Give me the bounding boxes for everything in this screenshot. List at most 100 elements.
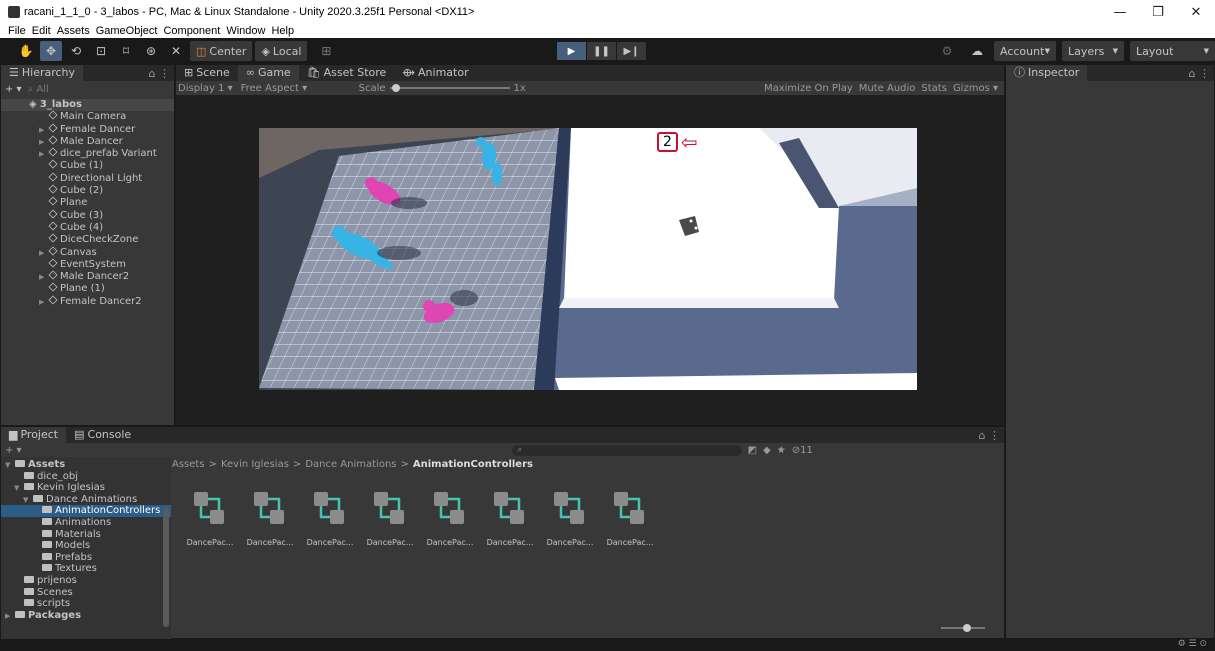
hierarchy-item[interactable]: ▶ Male Dancer2: [1, 270, 174, 283]
folder-item[interactable]: Textures: [1, 563, 171, 575]
breadcrumb-assets[interactable]: Assets: [172, 459, 205, 470]
gizmos-dropdown[interactable]: Gizmos ▾: [953, 83, 998, 94]
minimize-button[interactable]: —: [1101, 0, 1139, 24]
expand-arrow-icon[interactable]: ▶: [5, 611, 15, 623]
scale-tool-icon[interactable]: ⊡: [90, 41, 112, 61]
menu-window[interactable]: Window: [226, 24, 265, 38]
hierarchy-item[interactable]: Directional Light: [1, 172, 174, 185]
folder-item[interactable]: ▼ Dance Animations: [1, 494, 171, 506]
menu-edit[interactable]: Edit: [32, 24, 51, 38]
cloud-icon[interactable]: ☁: [966, 41, 988, 61]
aspect-dropdown[interactable]: Free Aspect ▾: [241, 83, 351, 94]
scene-row[interactable]: ◈ 3_labos: [1, 99, 174, 112]
hierarchy-item[interactable]: Main Camera: [1, 110, 174, 123]
asset-item[interactable]: DancePac...: [360, 477, 420, 547]
folder-item[interactable]: ▶ Packages: [1, 610, 171, 622]
pause-button[interactable]: ❚❚: [587, 42, 616, 60]
maximize-on-play-toggle[interactable]: Maximize On Play: [764, 83, 853, 94]
asset-item[interactable]: DancePac...: [240, 477, 300, 547]
hierarchy-item[interactable]: ▶ Male Dancer: [1, 135, 174, 148]
close-button[interactable]: ✕: [1177, 0, 1215, 24]
hierarchy-item[interactable]: Plane: [1, 196, 174, 209]
expand-arrow-icon[interactable]: ▶: [39, 148, 49, 160]
hierarchy-item[interactable]: ▶ Female Dancer: [1, 123, 174, 136]
tab-project[interactable]: ▆ Project: [1, 427, 67, 443]
lock-icon[interactable]: ⌂ ⋮: [1189, 67, 1214, 80]
hierarchy-item[interactable]: Cube (2): [1, 184, 174, 197]
hierarchy-item[interactable]: ▶ Canvas: [1, 246, 174, 259]
hierarchy-search-input[interactable]: ⌕ All: [28, 84, 49, 95]
account-dropdown[interactable]: Account ▼: [994, 41, 1056, 61]
breadcrumb-dance-animations[interactable]: Dance Animations: [305, 459, 396, 470]
hierarchy-item[interactable]: Cube (1): [1, 159, 174, 172]
space-toggle[interactable]: ◈ Local: [255, 41, 308, 61]
folder-item[interactable]: AnimationControllers: [1, 505, 171, 517]
icon-size-thumb[interactable]: [963, 624, 971, 632]
expand-arrow-icon[interactable]: ▶: [39, 247, 49, 259]
menu-gameobject[interactable]: GameObject: [96, 24, 158, 38]
mute-audio-toggle[interactable]: Mute Audio: [859, 83, 916, 94]
folder-item[interactable]: Materials: [1, 529, 171, 541]
hierarchy-item[interactable]: Cube (4): [1, 221, 174, 234]
scale-slider-thumb[interactable]: [391, 84, 400, 92]
lock-icon[interactable]: ⌂ ⋮: [149, 67, 174, 80]
stats-toggle[interactable]: Stats: [921, 83, 947, 94]
asset-item[interactable]: DancePac...: [420, 477, 480, 547]
folder-item[interactable]: Scenes: [1, 587, 171, 599]
hierarchy-item[interactable]: ▶ Female Dancer2: [1, 295, 174, 308]
folder-item[interactable]: ▼ Assets: [1, 459, 171, 471]
asset-item[interactable]: DancePac...: [180, 477, 240, 547]
folder-item[interactable]: dice_obj: [1, 471, 171, 483]
rotate-tool-icon[interactable]: ⟲: [65, 41, 87, 61]
rect-tool-icon[interactable]: ⌑: [115, 41, 137, 61]
create-asset-button[interactable]: + ▾: [5, 445, 22, 456]
asset-item[interactable]: DancePac...: [300, 477, 360, 547]
hierarchy-item[interactable]: EventSystem: [1, 258, 174, 271]
add-object-button[interactable]: + ▾: [5, 84, 22, 95]
tab-game[interactable]: ∞ Game: [237, 65, 299, 81]
folder-item[interactable]: Models: [1, 540, 171, 552]
folder-item[interactable]: Prefabs: [1, 552, 171, 564]
layout-dropdown[interactable]: Layout ▼: [1130, 41, 1215, 61]
tree-scrollbar[interactable]: [163, 507, 169, 627]
favorites-icon[interactable]: ★: [777, 445, 786, 456]
lock-icon[interactable]: ⌂ ⋮: [979, 429, 1004, 442]
asset-item[interactable]: DancePac...: [480, 477, 540, 547]
pivot-toggle[interactable]: ◫ Center: [190, 41, 253, 61]
custom-tool-icon[interactable]: ✕: [165, 41, 187, 61]
display-dropdown[interactable]: Display 1 ▾: [178, 83, 233, 94]
folder-item[interactable]: Animations: [1, 517, 171, 529]
tab-scene[interactable]: ⊞ Scene: [176, 65, 238, 81]
breadcrumb-current[interactable]: AnimationControllers: [413, 459, 533, 470]
play-button[interactable]: ▶: [557, 42, 586, 60]
tab-asset-store[interactable]: 🛍 Asset Store: [299, 65, 395, 81]
expand-arrow-icon[interactable]: ▶: [39, 124, 49, 136]
expand-arrow-icon[interactable]: ▼: [5, 460, 15, 472]
asset-item[interactable]: DancePac...: [600, 477, 660, 547]
tab-console[interactable]: ▤ Console: [66, 427, 139, 443]
filter-label-icon[interactable]: ◆: [763, 445, 771, 456]
step-button[interactable]: ▶❙: [617, 42, 646, 60]
icon-size-slider[interactable]: [941, 624, 985, 632]
move-tool-icon[interactable]: ✥: [40, 41, 62, 61]
tab-hierarchy[interactable]: ☰ Hierarchy: [1, 65, 84, 81]
asset-item[interactable]: DancePac...: [540, 477, 600, 547]
hand-tool-icon[interactable]: ✋: [15, 41, 37, 61]
layers-dropdown[interactable]: Layers ▼: [1062, 41, 1124, 61]
hidden-packages-toggle[interactable]: ⊘11: [792, 445, 813, 456]
transform-tool-icon[interactable]: ⊛: [140, 41, 162, 61]
hierarchy-item[interactable]: DiceCheckZone: [1, 233, 174, 246]
expand-arrow-icon[interactable]: ▶: [39, 271, 49, 283]
maximize-button[interactable]: ❐: [1139, 0, 1177, 24]
hierarchy-item[interactable]: Plane (1): [1, 282, 174, 295]
menu-help[interactable]: Help: [271, 24, 294, 38]
project-search-input[interactable]: ⌕: [511, 444, 742, 456]
tab-inspector[interactable]: ⓘ Inspector: [1006, 65, 1088, 81]
scale-slider[interactable]: [389, 84, 510, 92]
grid-snap-icon[interactable]: ⊞: [315, 41, 337, 61]
folder-item[interactable]: ▼ Kevin Iglesias: [1, 482, 171, 494]
collab-icon[interactable]: ⚙: [936, 41, 958, 61]
breadcrumb-kevin-iglesias[interactable]: Kevin Iglesias: [221, 459, 289, 470]
folder-item[interactable]: scripts: [1, 598, 171, 610]
expand-arrow-icon[interactable]: ▶: [39, 296, 49, 308]
